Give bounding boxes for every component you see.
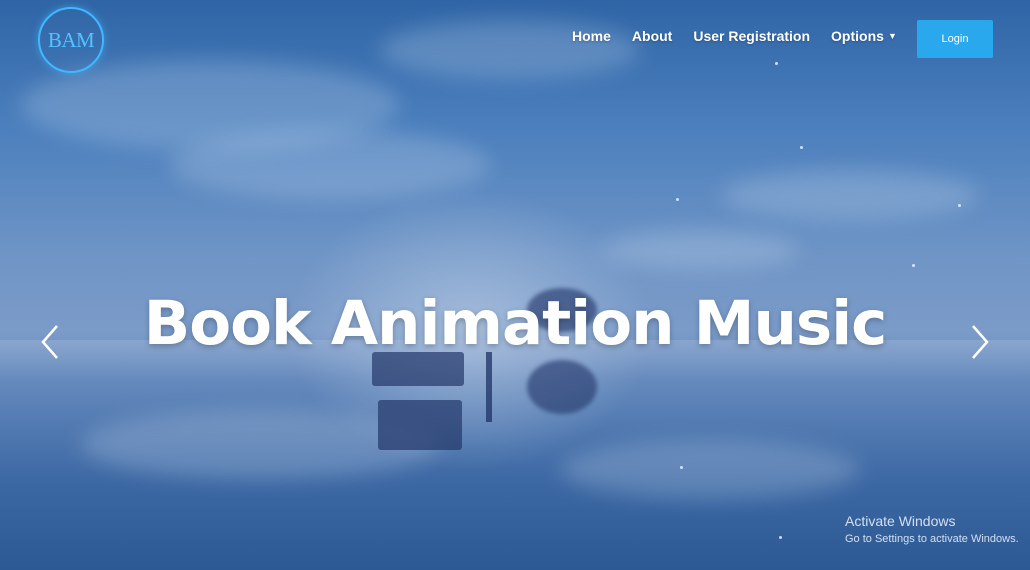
carousel-prev-button[interactable]	[33, 322, 67, 362]
nav-user-registration-link[interactable]: User Registration	[693, 28, 810, 44]
chevron-left-icon	[41, 325, 58, 359]
carousel-next-button[interactable]	[963, 322, 997, 362]
login-button[interactable]: Login	[917, 20, 993, 58]
chevron-right-icon	[972, 325, 989, 359]
brand-logo-text: BAM	[47, 27, 95, 52]
activate-windows-watermark: Activate Windows Go to Settings to activ…	[845, 513, 1019, 545]
navbar: BAM Home About User Registration Options…	[0, 0, 1030, 80]
nav-about-link[interactable]: About	[632, 28, 672, 44]
caret-down-icon: ▼	[887, 31, 897, 41]
hero-title: Book Animation Music	[143, 288, 888, 359]
nav-options-dropdown[interactable]: Options ▼	[831, 28, 897, 44]
hero-background	[0, 0, 1030, 570]
nav-home-link[interactable]: Home	[572, 28, 611, 44]
watermark-title: Activate Windows	[845, 513, 956, 529]
watermark-subtitle: Go to Settings to activate Windows.	[845, 533, 1019, 545]
brand-logo[interactable]: BAM	[38, 7, 104, 73]
nav-links: Home About User Registration Options ▼	[572, 28, 897, 44]
nav-options-label: Options	[831, 28, 884, 44]
